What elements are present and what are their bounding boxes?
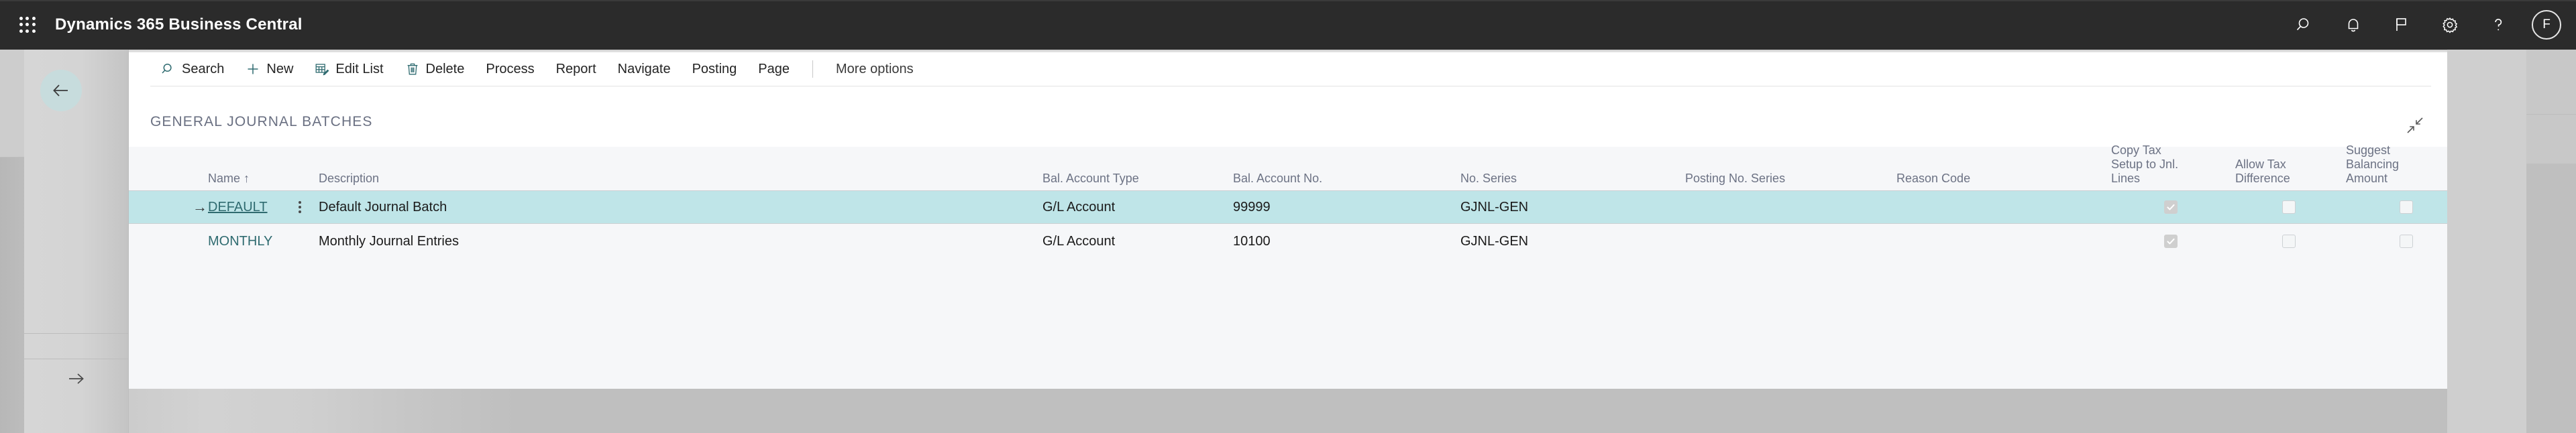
row-name-link[interactable]: DEFAULT [208, 200, 268, 215]
general-journal-batches-table: Name ↑ Description Bal. Account Type Bal… [129, 143, 2447, 389]
column-header-suggest-balancing-amount[interactable]: Suggest Balancing Amount [2346, 143, 2399, 190]
delete-button-label: Delete [425, 61, 465, 76]
posting-button[interactable]: Posting [682, 52, 748, 86]
row-checkbox-suggest-balancing[interactable] [2400, 235, 2413, 248]
report-button[interactable]: Report [545, 52, 607, 86]
more-options-label: More options [836, 61, 914, 76]
process-button-label: Process [486, 61, 535, 76]
avatar-initial: F [2542, 17, 2551, 32]
topbar-actions: F [2281, 0, 2576, 50]
row-checkbox-copy-tax-setup[interactable] [2164, 200, 2178, 214]
collapse-icon[interactable] [2402, 112, 2428, 139]
row-checkbox-allow-tax-difference[interactable] [2282, 235, 2296, 248]
page-title: GENERAL JOURNAL BATCHES [150, 114, 373, 129]
row-bal-account-type: G/L Account [1042, 199, 1116, 214]
column-header-description[interactable]: Description [319, 172, 379, 190]
row-description: Default Journal Batch [319, 199, 447, 214]
report-button-label: Report [555, 61, 596, 76]
bell-icon[interactable] [2329, 0, 2377, 50]
edit-list-button[interactable]: Edit List [304, 52, 394, 86]
new-button-label: New [266, 61, 294, 76]
column-header-bal-account-no[interactable]: Bal. Account No. [1233, 172, 1322, 190]
column-header-posting-no-series[interactable]: Posting No. Series [1685, 172, 1785, 190]
row-indicator-arrow: → [193, 198, 207, 215]
left-rail [24, 50, 129, 433]
column-header-bal-account-type[interactable]: Bal. Account Type [1042, 172, 1139, 190]
table-row[interactable]: MONTHLY Monthly Journal Entries G/L Acco… [129, 225, 2447, 258]
flag-icon[interactable] [2377, 0, 2426, 50]
row-checkbox-copy-tax-setup[interactable] [2164, 235, 2178, 248]
row-no-series: GJNL-GEN [1460, 199, 1529, 214]
page-button-label: Page [758, 61, 790, 76]
back-arrow-icon[interactable] [40, 70, 82, 111]
table-header-row: Name ↑ Description Bal. Account Type Bal… [129, 143, 2447, 190]
column-header-name[interactable]: Name ↑ [208, 172, 250, 190]
new-button[interactable]: New [235, 52, 304, 86]
backdrop-divider-right [2526, 114, 2576, 115]
top-navigation-bar: Dynamics 365 Business Central F [0, 0, 2576, 50]
row-checkbox-allow-tax-difference[interactable] [2282, 200, 2296, 214]
table-row[interactable]: → DEFAULT Default Journal Batch G/L Acco… [129, 190, 2447, 224]
rail-divider-1 [24, 333, 129, 334]
question-icon[interactable] [2474, 0, 2522, 50]
more-options-button[interactable]: More options [825, 52, 924, 86]
search-icon[interactable] [2281, 0, 2329, 50]
row-description: Monthly Journal Entries [319, 233, 459, 249]
app-title: Dynamics 365 Business Central [55, 15, 303, 34]
column-header-no-series[interactable]: No. Series [1460, 172, 1517, 190]
command-bar-separator [812, 60, 814, 78]
delete-button[interactable]: Delete [394, 52, 476, 86]
backdrop-panel-right-top [2526, 50, 2576, 164]
navigate-button[interactable]: Navigate [607, 52, 682, 86]
search-button[interactable]: Search [150, 52, 235, 86]
search-button-label: Search [182, 61, 225, 76]
column-header-reason-code[interactable]: Reason Code [1896, 172, 1970, 190]
row-checkbox-suggest-balancing[interactable] [2400, 200, 2413, 214]
column-header-copy-tax-setup[interactable]: Copy Tax Setup to Jnl. Lines [2111, 143, 2178, 190]
row-bal-account-no: 99999 [1233, 199, 1271, 214]
avatar[interactable]: F [2532, 10, 2561, 40]
table-empty-area [129, 258, 2447, 389]
page-button[interactable]: Page [747, 52, 800, 86]
column-header-allow-tax-difference[interactable]: Allow Tax Difference [2235, 158, 2290, 190]
forward-arrow-icon[interactable] [24, 359, 129, 398]
row-name-link[interactable]: MONTHLY [208, 234, 272, 249]
backdrop-panel-left-top [0, 50, 24, 157]
edit-list-button-label: Edit List [335, 61, 384, 76]
command-bar: Search New Edit List Delete Process Repo… [129, 52, 2447, 86]
content-card: Search New Edit List Delete Process Repo… [129, 50, 2447, 389]
backdrop-divider [0, 157, 24, 158]
navigate-button-label: Navigate [617, 61, 671, 76]
row-bal-account-no: 10100 [1233, 233, 1271, 249]
row-no-series: GJNL-GEN [1460, 233, 1529, 249]
posting-button-label: Posting [692, 61, 737, 76]
process-button[interactable]: Process [475, 52, 545, 86]
row-bal-account-type: G/L Account [1042, 233, 1116, 249]
gear-icon[interactable] [2426, 0, 2474, 50]
app-launcher-grid-icon[interactable] [15, 12, 40, 38]
row-context-menu-icon[interactable] [299, 201, 301, 213]
backdrop-panel-right-inner [2447, 50, 2526, 433]
